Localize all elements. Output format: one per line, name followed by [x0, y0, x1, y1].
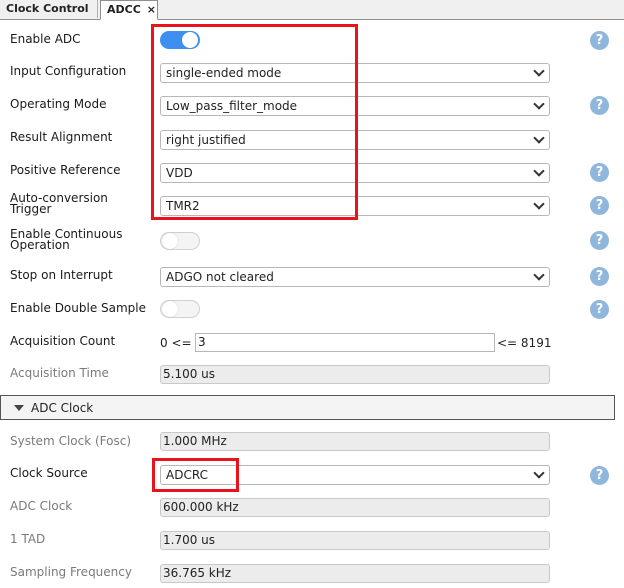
help-icon[interactable]: ?: [590, 31, 609, 50]
sampling-frequency-label: Sampling Frequency: [10, 565, 132, 579]
input-configuration-label: Input Configuration: [10, 64, 127, 78]
acquisition-time-value: 5.100 us: [160, 365, 550, 384]
help-icon[interactable]: ?: [590, 231, 609, 250]
chevron-down-icon: [533, 198, 545, 210]
label-line: Trigger: [10, 202, 52, 216]
positive-reference-label: Positive Reference: [10, 163, 121, 177]
tab-clock-control[interactable]: Clock Control: [0, 0, 98, 18]
highlight-box: [152, 458, 239, 492]
enable-double-sample-label: Enable Double Sample: [10, 301, 147, 315]
toggle-knob: [162, 301, 178, 317]
select-value: ADGO not cleared: [166, 270, 274, 284]
chevron-down-icon: [533, 132, 545, 144]
highlight-box: [151, 24, 358, 220]
label-line: Operation: [10, 238, 70, 252]
tab-label: Clock Control: [6, 2, 89, 15]
adc-clock-value: 600.000 kHz: [160, 498, 550, 517]
clock-source-label: Clock Source: [10, 466, 88, 480]
section-title: ADC Clock: [31, 401, 94, 415]
chevron-down-icon: [533, 65, 545, 77]
chevron-down-icon: [533, 98, 545, 110]
help-icon[interactable]: ?: [590, 267, 609, 286]
adc-clock-section-header[interactable]: ADC Clock: [0, 395, 615, 420]
operating-mode-label: Operating Mode: [10, 97, 107, 111]
sampling-frequency-value: 36.765 kHz: [160, 564, 550, 583]
collapse-arrow-icon[interactable]: [14, 405, 24, 411]
enable-double-sample-toggle[interactable]: [160, 300, 200, 318]
help-icon[interactable]: ?: [590, 300, 609, 319]
system-clock-label: System Clock (Fosc): [10, 434, 132, 448]
chevron-down-icon: [533, 467, 545, 479]
chevron-down-icon: [533, 269, 545, 281]
acquisition-count-max: <= 8191: [497, 336, 552, 350]
chevron-down-icon: [533, 165, 545, 177]
tab-adcc[interactable]: ADCC ×: [100, 0, 158, 20]
acquisition-time-label: Acquisition Time: [10, 366, 109, 380]
acquisition-count-input[interactable]: 3: [195, 333, 495, 352]
acquisition-count-min: 0 <=: [160, 336, 192, 350]
result-alignment-label: Result Alignment: [10, 130, 113, 144]
help-icon[interactable]: ?: [590, 96, 609, 115]
system-clock-value: 1.000 MHz: [160, 432, 550, 451]
stop-on-interrupt-label: Stop on Interrupt: [10, 268, 113, 282]
enable-continuous-operation-toggle[interactable]: [160, 232, 200, 250]
tab-label: ADCC: [107, 3, 141, 16]
auto-conversion-trigger-label: Auto-conversion Trigger: [10, 192, 108, 216]
tad-value: 1.700 us: [160, 531, 550, 550]
stop-on-interrupt-select[interactable]: ADGO not cleared: [160, 267, 550, 287]
tad-label: 1 TAD: [10, 532, 46, 546]
help-icon[interactable]: ?: [590, 196, 609, 215]
acquisition-count-label: Acquisition Count: [10, 334, 116, 348]
close-icon[interactable]: ×: [147, 3, 156, 16]
adc-clock-label: ADC Clock: [10, 499, 73, 513]
help-icon[interactable]: ?: [590, 163, 609, 182]
enable-continuous-operation-label: Enable Continuous Operation: [10, 228, 122, 252]
enable-adc-label: Enable ADC: [10, 32, 81, 46]
toggle-knob: [162, 233, 178, 249]
tab-bar: Clock Control ADCC ×: [0, 0, 624, 20]
help-icon[interactable]: ?: [590, 466, 609, 485]
